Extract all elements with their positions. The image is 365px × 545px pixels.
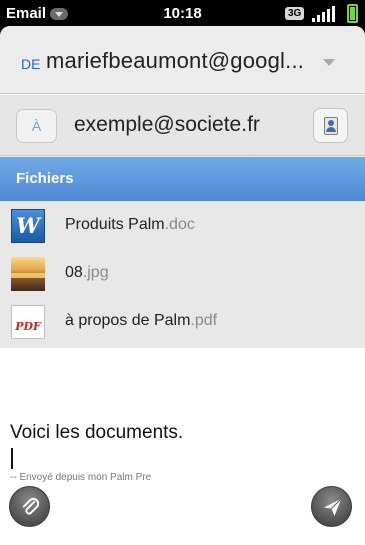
signal-strength-icon	[312, 6, 342, 22]
contacts-button[interactable]	[313, 108, 348, 143]
attachment-name: 08.jpg	[65, 264, 109, 281]
from-address: mariefbeaumont@googl...	[46, 48, 305, 73]
from-label: DE	[21, 56, 41, 72]
address-book-icon	[324, 117, 338, 135]
attachment-name: Produits Palm.doc	[65, 216, 195, 233]
dropdown-arrow-icon	[323, 59, 335, 66]
pdf-icon: PDF	[11, 305, 45, 339]
to-field-button[interactable]: À	[16, 109, 57, 143]
attachment-item[interactable]: PDF à propos de Palm.pdf	[0, 297, 365, 345]
to-field[interactable]	[74, 113, 299, 137]
battery-icon	[347, 4, 358, 23]
send-icon	[323, 498, 342, 517]
attachment-item[interactable]: W Produits Palm.doc	[0, 201, 365, 249]
status-bar: Email 10:18 3G	[0, 0, 365, 26]
text-cursor	[11, 448, 13, 469]
from-account-selector[interactable]: DE mariefbeaumont@googl...	[0, 26, 365, 94]
signature: -- Envoyé depuis mon Palm Pre	[10, 472, 152, 483]
compose-card: DE mariefbeaumont@googl... À Fichiers W …	[0, 26, 365, 545]
message-body-area[interactable]: Voici les documents. -- Envoyé depuis mo…	[0, 348, 365, 545]
network-type-badge: 3G	[285, 7, 305, 20]
word-doc-icon: W	[11, 209, 45, 243]
attach-button[interactable]	[9, 486, 50, 527]
attachments-header: Fichiers	[0, 157, 365, 201]
photo-thumbnail-icon	[11, 257, 45, 291]
attachment-name: à propos de Palm.pdf	[65, 312, 218, 329]
message-body: Voici les documents.	[10, 422, 184, 443]
clock: 10:18	[163, 5, 202, 22]
paperclip-icon	[22, 497, 40, 515]
send-button[interactable]	[311, 486, 352, 527]
attachment-item[interactable]: 08.jpg	[0, 249, 365, 297]
to-row: À	[0, 94, 365, 156]
